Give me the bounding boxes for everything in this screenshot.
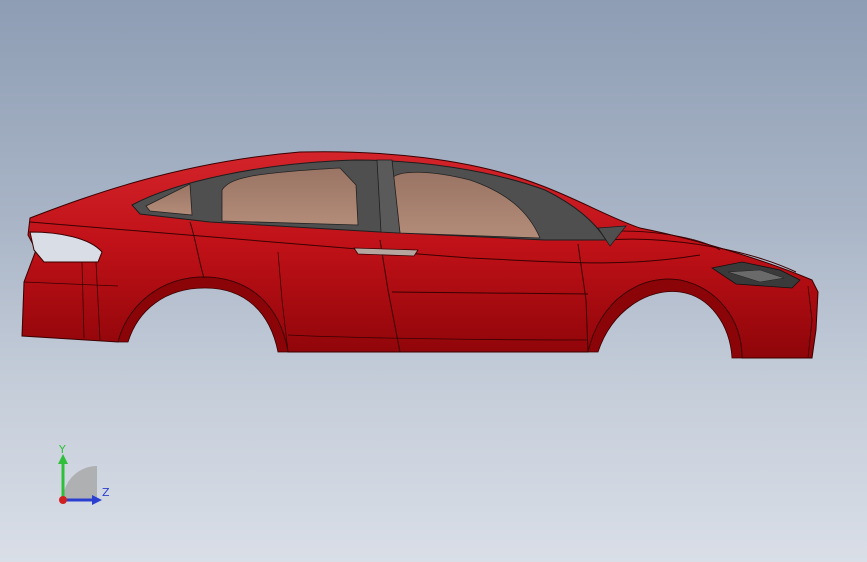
reference-triad: Y Z — [46, 440, 126, 510]
y-axis-label: Y — [59, 443, 66, 456]
triad-axes — [58, 454, 102, 505]
graphics-viewport[interactable]: Y Z — [0, 0, 867, 562]
x-axis-dot — [59, 496, 67, 504]
triad-plane-fill — [63, 466, 97, 500]
car-body-model[interactable] — [0, 0, 867, 562]
z-axis-label: Z — [102, 486, 110, 499]
